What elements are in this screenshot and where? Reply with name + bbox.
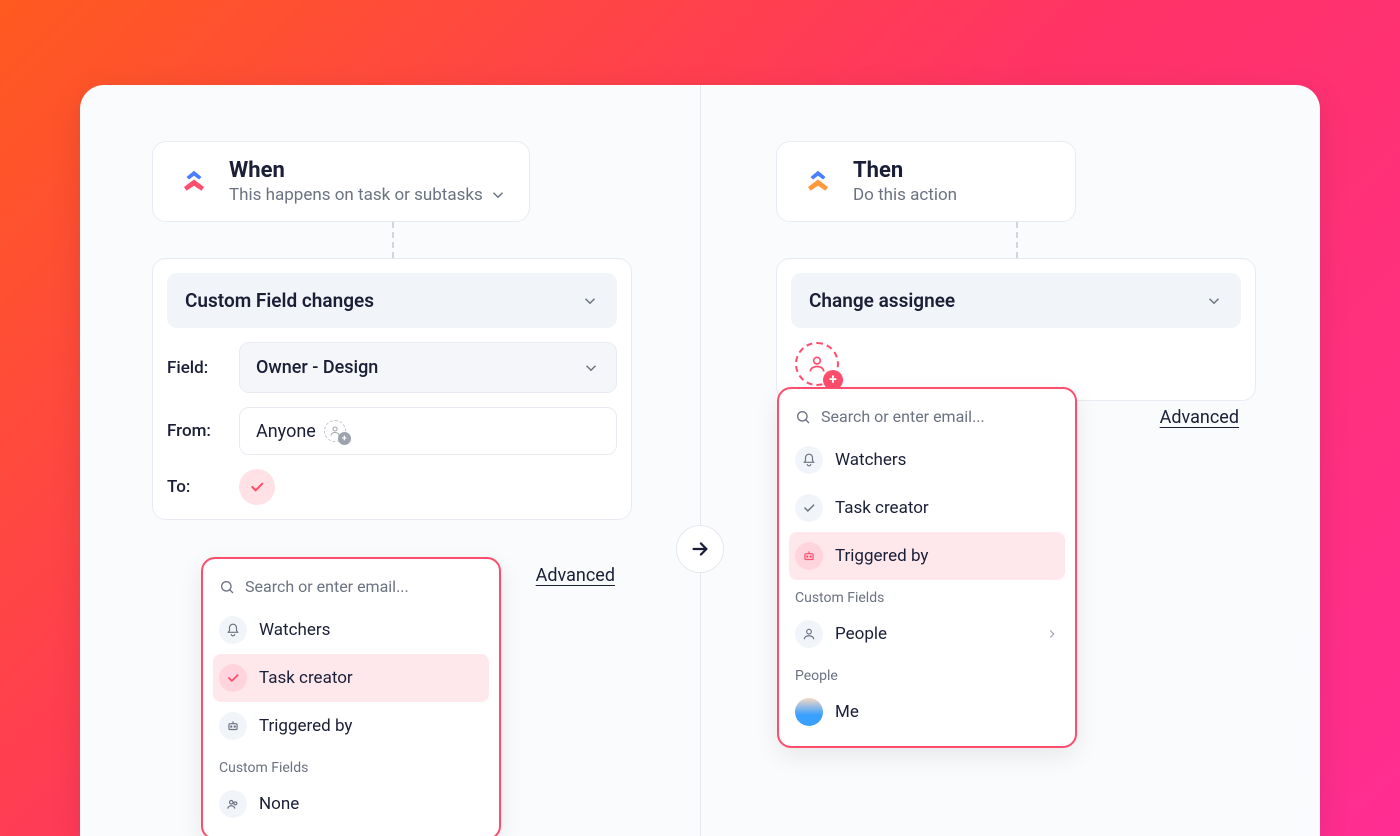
assignee-dropdown: Search or enter email... Watchers Task c…: [777, 387, 1077, 748]
chevron-down-icon: [1205, 292, 1223, 310]
bell-icon: [795, 446, 823, 474]
connector-line: [1016, 222, 1018, 258]
chevron-down-icon: [489, 186, 507, 204]
search-icon: [219, 579, 235, 595]
field-label: Field:: [167, 358, 225, 378]
connector-line: [392, 222, 394, 258]
to-selected-chip[interactable]: [239, 469, 275, 505]
dropdown-item-task-creator[interactable]: Task creator: [779, 484, 1075, 532]
advanced-link[interactable]: Advanced: [1160, 407, 1239, 428]
flow-arrow-icon: [676, 525, 724, 573]
from-value[interactable]: Anyone +: [239, 407, 617, 455]
field-select[interactable]: Owner - Design: [239, 342, 617, 393]
dropdown-section-custom-fields: Custom Fields: [779, 580, 1075, 610]
clickup-logo-icon: [799, 163, 837, 201]
check-icon: [219, 664, 247, 692]
trigger-label: Custom Field changes: [185, 289, 374, 312]
then-title: Then: [853, 158, 957, 183]
action-select[interactable]: Change assignee: [791, 273, 1241, 328]
chevron-down-icon: [581, 292, 599, 310]
when-config-card: Custom Field changes Field: Owner - Desi…: [152, 258, 632, 520]
dropdown-item-none[interactable]: None: [203, 780, 499, 828]
clickup-logo-icon: [175, 163, 213, 201]
automation-panel: When This happens on task or subtasks Cu…: [80, 85, 1320, 836]
dropdown-item-triggered-by[interactable]: Triggered by: [789, 532, 1065, 580]
dropdown-item-watchers[interactable]: Watchers: [203, 606, 499, 654]
dropdown-search[interactable]: Search or enter email...: [779, 399, 1075, 436]
then-column: Then Do this action Change assignee + Ad…: [704, 85, 1320, 836]
bot-icon: [795, 542, 823, 570]
dropdown-item-me[interactable]: Me: [779, 688, 1075, 736]
when-subtitle[interactable]: This happens on task or subtasks: [229, 185, 507, 205]
chevron-down-icon: [582, 359, 600, 377]
when-column: When This happens on task or subtasks Cu…: [80, 85, 704, 836]
assignee-add-icon[interactable]: +: [795, 342, 839, 386]
dropdown-item-people[interactable]: People: [779, 610, 1075, 658]
from-label: From:: [167, 421, 225, 441]
bell-icon: [219, 616, 247, 644]
when-header: When This happens on task or subtasks: [152, 141, 530, 222]
dropdown-item-task-creator[interactable]: Task creator: [213, 654, 489, 702]
trigger-select[interactable]: Custom Field changes: [167, 273, 617, 328]
to-dropdown: Search or enter email... Watchers Task c…: [201, 557, 501, 836]
then-config-card: Change assignee + Advanced Search or ent…: [776, 258, 1256, 401]
chevron-right-icon: [1045, 627, 1059, 641]
bot-icon: [219, 712, 247, 740]
dropdown-item-triggered-by[interactable]: Triggered by: [203, 702, 499, 750]
then-header: Then Do this action: [776, 141, 1076, 222]
then-subtitle: Do this action: [853, 185, 957, 205]
check-icon: [795, 494, 823, 522]
avatar: [795, 698, 823, 726]
when-title: When: [229, 158, 507, 183]
dropdown-section-people: People: [779, 658, 1075, 688]
people-icon: [219, 790, 247, 818]
action-label: Change assignee: [809, 289, 955, 312]
add-person-icon: +: [324, 420, 346, 442]
search-icon: [795, 409, 811, 425]
dropdown-item-watchers[interactable]: Watchers: [779, 436, 1075, 484]
dropdown-search[interactable]: Search or enter email...: [203, 569, 499, 606]
to-label: To:: [167, 469, 225, 497]
dropdown-section-custom-fields: Custom Fields: [203, 750, 499, 780]
person-icon: [795, 620, 823, 648]
advanced-link[interactable]: Advanced: [536, 565, 615, 586]
